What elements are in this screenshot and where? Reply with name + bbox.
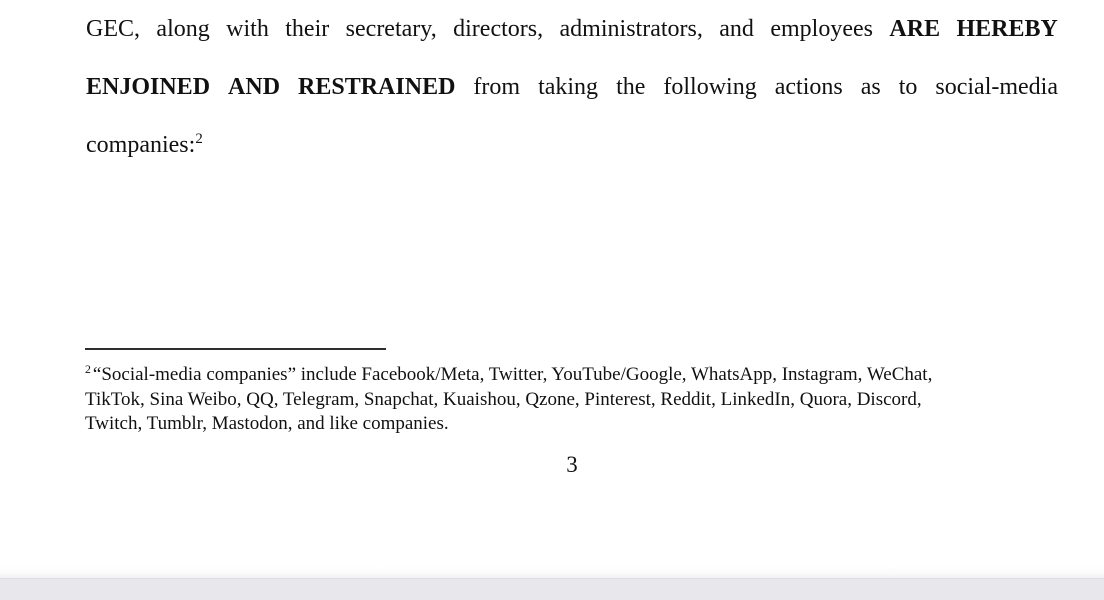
body-paragraph: GEC, along with their secretary, directo… (86, 0, 1058, 174)
page-number: 3 (566, 452, 578, 477)
footnote-separator-rule (85, 348, 386, 350)
body-line-1-word: administrators, (559, 16, 703, 42)
document-viewer[interactable]: GEC, along with their secretary, directo… (0, 0, 1104, 600)
body-line-2-word: taking (538, 74, 599, 100)
body-line-1-word: their (285, 16, 330, 42)
footnote-line-3: Twitch, Tumblr, Mastodon, and like compa… (85, 413, 449, 434)
page-bottom-edge (0, 566, 1104, 578)
body-line-2-bold-word: ENJOINED (86, 74, 211, 100)
body-line-1-word: secretary, (345, 16, 437, 42)
footnote-reference-marker[interactable]: 2 (195, 131, 202, 147)
body-line-1-word: with (226, 16, 269, 42)
footnote-line-2: TikTok, Sina Weibo, QQ, Telegram, Snapch… (85, 388, 922, 410)
body-line-2: ENJOINED AND RESTRAINED from taking the … (86, 58, 1058, 116)
body-line-1-word: directors, (453, 16, 544, 42)
viewer-background-strip (0, 578, 1104, 600)
body-line-2-word: from (473, 74, 521, 100)
body-line-1-word: and (719, 16, 754, 42)
body-line-1-word: employees (770, 16, 873, 42)
footnote-block: 2 “Social-media companies” include Facebo… (85, 363, 1025, 437)
footnote-line-1-text: “Social-media companies” include Faceboo… (92, 364, 933, 385)
footnote-line-1: 2 “Social-media companies” include Facebo… (85, 363, 1025, 388)
body-line-1-bold-word: HEREBY (956, 16, 1058, 42)
footnote-number: 2 (85, 362, 91, 376)
body-line-2-word: actions (774, 74, 843, 100)
body-line-1-bold-word: ARE (889, 16, 941, 42)
body-line-2-word: the (616, 74, 646, 100)
body-line-2-word: as (860, 74, 881, 100)
body-line-2-bold-word: RESTRAINED (298, 74, 456, 100)
document-page: GEC, along with their secretary, directo… (0, 0, 1104, 578)
body-line-2-bold-word: AND (228, 74, 281, 100)
body-line-3-text: companies: (86, 132, 196, 158)
body-line-2-word: following (663, 74, 757, 100)
body-line-1: GEC, along with their secretary, directo… (86, 0, 1058, 58)
body-line-2-word: social-media (935, 74, 1058, 100)
body-line-2-word: to (898, 74, 918, 100)
body-line-1-word: along (156, 16, 210, 42)
body-line-1-word: GEC, (86, 16, 140, 42)
body-line-3: companies:2 (86, 116, 1058, 174)
